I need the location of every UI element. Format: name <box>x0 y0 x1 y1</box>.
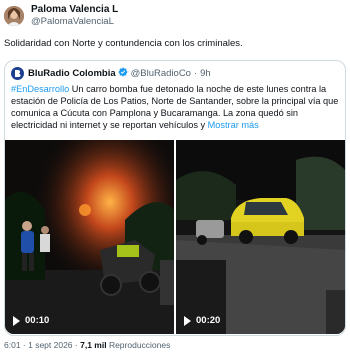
video-duration: 00:10 <box>13 315 49 326</box>
hashtag-link[interactable]: #EnDesarrollo <box>11 84 69 94</box>
video-thumbnail-1[interactable]: 00:10 <box>5 140 174 334</box>
video-duration: 00:20 <box>184 315 220 326</box>
verified-badge-icon <box>118 67 128 80</box>
tweet-footer: 6:01 · 1 sept 2026 · 7,1 mil Reproduccio… <box>4 340 170 350</box>
meta-separator: · <box>193 68 198 79</box>
avatar[interactable] <box>4 6 24 26</box>
bluradio-logo-icon <box>11 67 24 80</box>
tweet-date[interactable]: 1 sept 2026 <box>28 340 72 350</box>
views-label: Reproducciones <box>106 340 171 350</box>
play-icon[interactable] <box>13 315 20 326</box>
quoted-author-name[interactable]: BluRadio Colombia <box>28 68 116 79</box>
video-thumbnail-2[interactable]: 00:20 <box>176 140 345 334</box>
quoted-author-handle[interactable]: @BluRadioCo <box>131 68 191 79</box>
author-name[interactable]: Paloma Valencia L <box>31 4 118 16</box>
views-count: 7,1 mil <box>80 340 107 350</box>
footer-separator: · <box>72 340 81 350</box>
author-handle[interactable]: @PalomaValenciaL <box>31 16 118 28</box>
quoted-tweet[interactable]: BluRadio Colombia @BluRadioCo · 9h #EnDe… <box>4 60 346 336</box>
quoted-tweet-text: #EnDesarrollo Un carro bomba fue detonad… <box>11 83 341 131</box>
quoted-timestamp[interactable]: 9h <box>200 68 211 79</box>
tweet-header: Paloma Valencia L @PalomaValenciaL <box>4 4 118 28</box>
quoted-tweet-header: BluRadio Colombia @BluRadioCo · 9h <box>11 67 211 80</box>
show-more-link[interactable]: Mostrar más <box>208 120 259 130</box>
tweet-time[interactable]: 6:01 <box>4 340 21 350</box>
footer-separator: · <box>20 340 29 350</box>
tweet-text: Solidaridad con Norte y contundencia con… <box>4 38 243 49</box>
play-icon[interactable] <box>184 315 191 326</box>
